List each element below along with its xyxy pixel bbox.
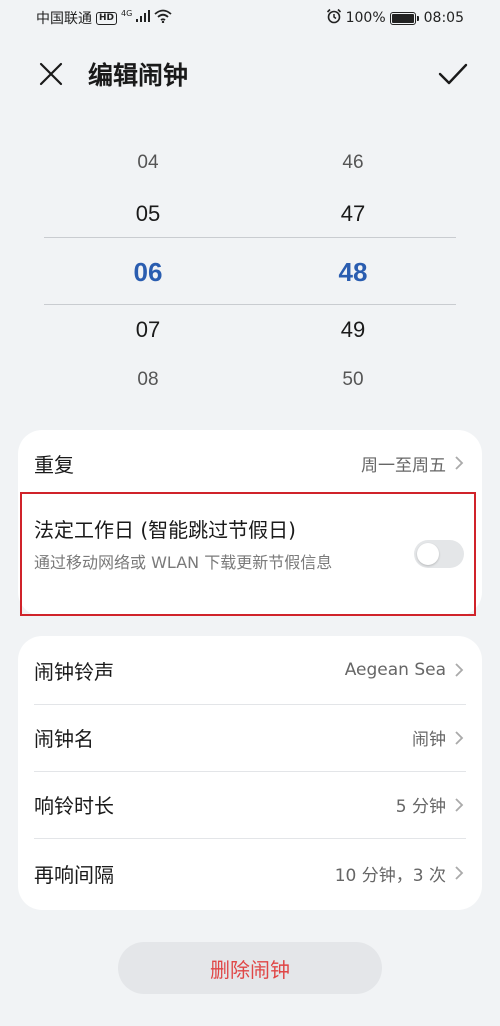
chevron-right-icon [454, 865, 464, 881]
highlight-annotation [20, 492, 476, 616]
minute-option[interactable]: 50 [293, 369, 413, 391]
selected-hour[interactable]: 06 [88, 257, 208, 288]
network-type: 4G [121, 8, 133, 18]
hour-option[interactable]: 05 [88, 201, 208, 227]
checkmark-icon [438, 63, 468, 85]
chevron-right-icon [454, 730, 464, 746]
ring-duration-row[interactable]: 响铃时长 5 分钟 [18, 771, 482, 838]
status-time: 08:05 [423, 10, 464, 26]
repeat-row[interactable]: 重复 周一至周五 [18, 430, 482, 496]
minute-option[interactable]: 49 [293, 317, 413, 343]
status-bar-left: 中国联通 HD 4G [36, 8, 172, 28]
chevron-right-icon [454, 662, 464, 678]
hour-wheel[interactable]: 04 05 06 07 08 [88, 138, 208, 408]
alarm-icon [326, 8, 342, 28]
header: 编辑闹钟 [0, 46, 500, 102]
snooze-interval-label: 再响间隔 [34, 862, 114, 887]
alarm-name-row[interactable]: 闹钟名 闹钟 [18, 704, 482, 771]
hour-option[interactable]: 07 [88, 317, 208, 343]
wifi-icon [154, 9, 172, 27]
alarm-name-label: 闹钟名 [34, 727, 94, 751]
status-bar: 中国联通 HD 4G 100% 08:05 [0, 0, 500, 36]
minute-wheel[interactable]: 46 47 48 49 50 [293, 138, 413, 408]
signal-icon [136, 10, 151, 26]
ringtone-value: Aegean Sea [344, 660, 446, 680]
repeat-value: 周一至周五 [361, 455, 446, 476]
repeat-label: 重复 [34, 452, 74, 477]
hour-option[interactable]: 04 [88, 152, 208, 174]
delete-alarm-button[interactable]: 删除闹钟 [118, 942, 382, 994]
chevron-right-icon [454, 797, 464, 813]
confirm-button[interactable] [436, 57, 470, 91]
ringtone-row[interactable]: 闹钟铃声 Aegean Sea [18, 636, 482, 704]
close-button[interactable] [34, 57, 68, 91]
time-picker: 04 05 06 07 08 46 47 48 49 50 [0, 138, 500, 408]
selected-minute[interactable]: 48 [293, 257, 413, 288]
carrier-name: 中国联通 [36, 11, 92, 27]
settings-card-alarm: 闹钟铃声 Aegean Sea 闹钟名 闹钟 响铃时长 5 分钟 再响间隔 10… [18, 636, 482, 910]
battery-percent: 100% [345, 10, 386, 26]
chevron-right-icon [454, 455, 464, 471]
ring-duration-label: 响铃时长 [34, 794, 114, 818]
close-icon [39, 62, 63, 86]
ring-duration-value: 5 分钟 [395, 797, 446, 817]
snooze-interval-value: 10 分钟，3 次 [334, 865, 446, 886]
hd-badge: HD [96, 11, 118, 25]
snooze-interval-row[interactable]: 再响间隔 10 分钟，3 次 [18, 838, 482, 908]
battery-icon [389, 11, 419, 25]
hour-option[interactable]: 08 [88, 369, 208, 391]
status-bar-right: 100% 08:05 [326, 8, 464, 28]
page-title: 编辑闹钟 [88, 61, 189, 90]
alarm-name-value: 闹钟 [412, 730, 446, 750]
ringtone-label: 闹钟铃声 [34, 659, 114, 684]
minute-option[interactable]: 46 [293, 152, 413, 174]
minute-option[interactable]: 47 [293, 201, 413, 227]
